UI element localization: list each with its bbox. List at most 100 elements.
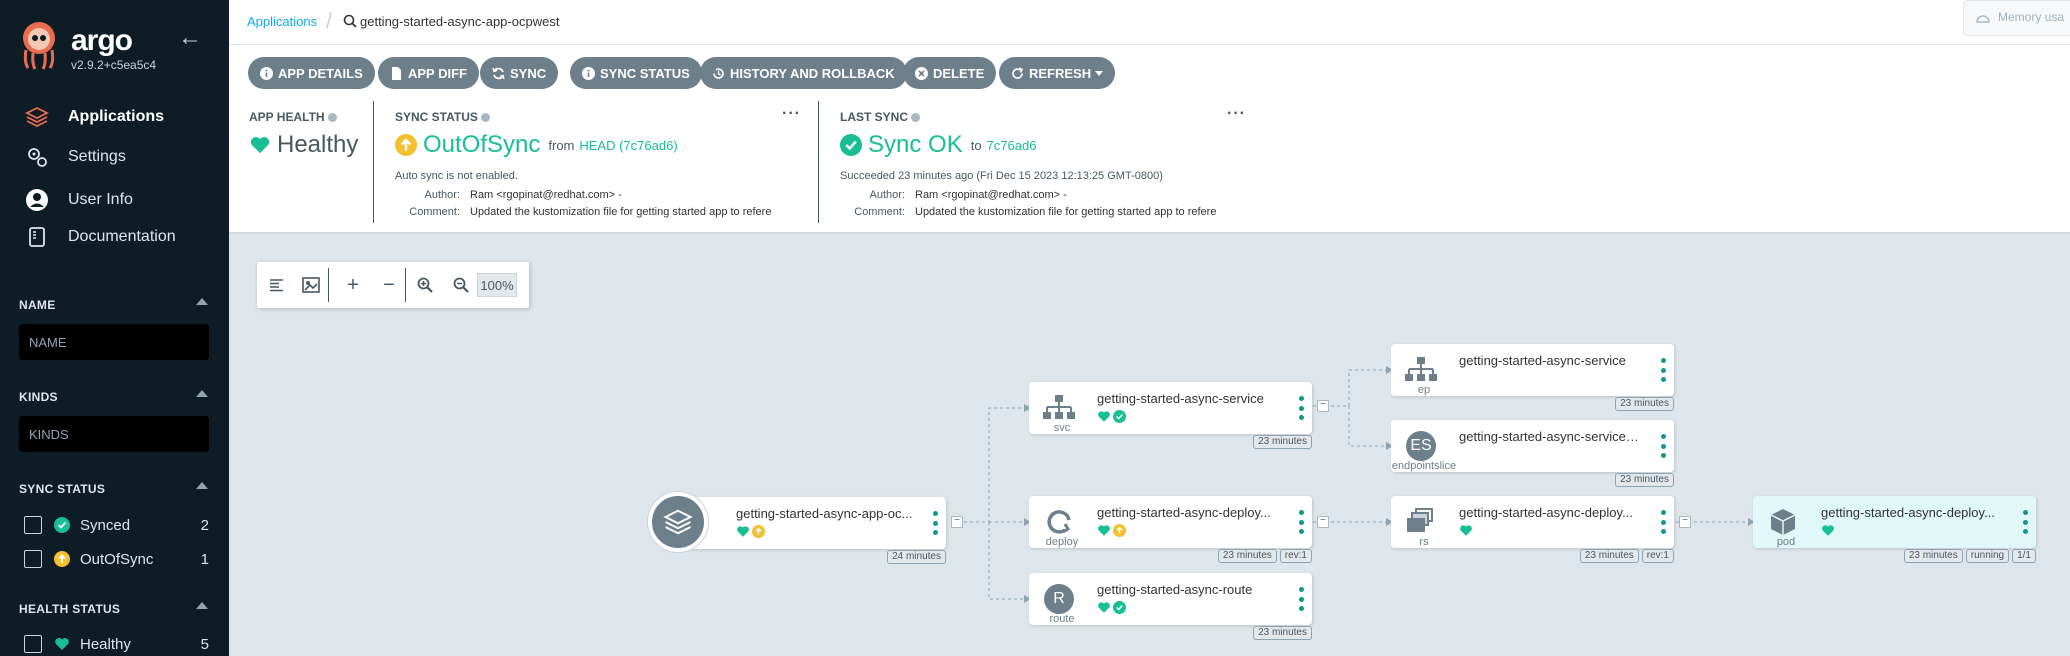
breadcrumb-separator: / bbox=[326, 8, 333, 33]
breadcrumb-applications-link[interactable]: Applications bbox=[247, 14, 317, 29]
collapse-caret-icon[interactable] bbox=[196, 482, 208, 489]
nav-applications[interactable]: Applications bbox=[0, 98, 229, 136]
health-filter-healthy[interactable]: Healthy 5 bbox=[24, 632, 209, 656]
network-view-icon[interactable] bbox=[297, 270, 325, 300]
collapse-toggle-icon[interactable]: − bbox=[951, 516, 963, 528]
search-icon[interactable] bbox=[343, 14, 357, 28]
separator bbox=[328, 268, 329, 302]
node-kind: endpointslice bbox=[1391, 460, 1457, 472]
application-icon bbox=[648, 492, 708, 552]
memory-usage-widget[interactable]: Memory usa bbox=[1963, 0, 2070, 36]
route-letter: R bbox=[1044, 584, 1074, 614]
delete-button[interactable]: DELETE bbox=[903, 57, 997, 89]
collapse-toggle-icon[interactable]: − bbox=[1317, 516, 1329, 528]
node-name: getting-started-async-service bbox=[1459, 353, 1626, 368]
service-icon bbox=[1039, 390, 1079, 426]
node-name: getting-started-async-route bbox=[1097, 582, 1253, 597]
refresh-button[interactable]: REFRESH bbox=[999, 57, 1116, 89]
help-icon[interactable] bbox=[911, 113, 921, 123]
author-key: Author: bbox=[869, 189, 905, 201]
button-label: DELETE bbox=[933, 65, 985, 81]
sync-filter-synced[interactable]: Synced 2 bbox=[24, 513, 209, 537]
node-menu-icon[interactable] bbox=[1298, 396, 1304, 420]
tree-view-icon[interactable] bbox=[263, 270, 291, 300]
checkbox[interactable] bbox=[24, 550, 42, 568]
kinds-filter-input[interactable]: KINDS bbox=[19, 416, 209, 452]
help-icon[interactable] bbox=[327, 113, 337, 123]
collapse-toggle-icon[interactable]: − bbox=[1317, 400, 1329, 412]
last-sync-time: Succeeded 23 minutes ago (Fri Dec 15 202… bbox=[840, 170, 1163, 182]
collapse-toggle-icon[interactable]: − bbox=[1679, 516, 1691, 528]
svc-node[interactable]: svc getting-started-async-service 23 min… bbox=[1029, 382, 1312, 449]
node-menu-icon[interactable] bbox=[1298, 510, 1304, 534]
node-menu-icon[interactable] bbox=[1660, 510, 1666, 534]
last-comment-value: Updated the kustomization file for getti… bbox=[915, 206, 1217, 218]
divider bbox=[373, 101, 374, 223]
sync-status-button[interactable]: SYNC STATUS bbox=[570, 57, 702, 89]
argo-logo-icon[interactable] bbox=[18, 20, 60, 70]
heart-icon bbox=[1098, 411, 1110, 422]
nav-documentation[interactable]: Documentation bbox=[0, 218, 229, 256]
collapse-caret-icon[interactable] bbox=[196, 298, 208, 305]
node-tags: 24 minutes bbox=[887, 550, 946, 564]
history-and-rollback-button[interactable]: HISTORY AND ROLLBACK bbox=[700, 57, 907, 89]
nav-settings[interactable]: Settings bbox=[0, 138, 229, 176]
route-icon: R bbox=[1039, 581, 1079, 617]
filter-count: 2 bbox=[200, 516, 209, 534]
sidebar: argo v2.9.2+c5ea5c4 ← Applications Setti… bbox=[0, 0, 229, 656]
node-menu-icon[interactable] bbox=[1660, 358, 1666, 382]
collapse-caret-icon[interactable] bbox=[196, 602, 208, 609]
help-icon[interactable] bbox=[480, 113, 490, 123]
node-tags: 23 minutes bbox=[1253, 626, 1312, 640]
breadcrumb-current-app[interactable]: getting-started-async-app-ocpwest bbox=[360, 14, 559, 29]
filter-sync-title: SYNC STATUS bbox=[19, 482, 106, 496]
endpointslice-node[interactable]: ES endpointslice getting-started-async-s… bbox=[1391, 420, 1674, 487]
node-menu-icon[interactable] bbox=[932, 511, 938, 535]
last-sync-revision-link[interactable]: 7c76ad6 bbox=[987, 138, 1037, 153]
sync-button[interactable]: SYNC bbox=[480, 57, 559, 89]
node-menu-icon[interactable] bbox=[1660, 434, 1666, 458]
button-label: APP DETAILS bbox=[278, 65, 363, 81]
last-sync-value[interactable]: Sync OK to 7c76ad6 bbox=[840, 131, 1036, 159]
collapse-sidebar-arrow-icon[interactable]: ← bbox=[178, 24, 202, 52]
more-options-icon[interactable]: ··· bbox=[1227, 105, 1246, 123]
zoom-out-icon[interactable] bbox=[447, 270, 475, 300]
ep-node[interactable]: ep getting-started-async-service 23 minu… bbox=[1391, 344, 1674, 411]
ready-tag: 1/1 bbox=[2012, 549, 2036, 563]
zoom-in-icon[interactable] bbox=[411, 270, 439, 300]
resource-tree-graph: + − 100% getting-started-async-app-oc...… bbox=[229, 234, 2070, 656]
arrow-circle-up-icon bbox=[752, 525, 765, 538]
expand-all-icon[interactable]: + bbox=[339, 270, 367, 300]
age-tag: 23 minutes bbox=[1615, 473, 1674, 487]
nav-user-info[interactable]: User Info bbox=[0, 181, 229, 219]
app-health-value[interactable]: Healthy bbox=[249, 131, 358, 159]
node-status bbox=[1821, 524, 1835, 537]
pod-node[interactable]: pod getting-started-async-deploy... 23 m… bbox=[1753, 496, 2036, 563]
heart-icon bbox=[1098, 602, 1110, 613]
collapse-all-icon[interactable]: − bbox=[375, 270, 403, 300]
more-options-icon[interactable]: ··· bbox=[782, 105, 801, 123]
collapse-caret-icon[interactable] bbox=[196, 390, 208, 397]
sync-filter-outofsync[interactable]: OutOfSync 1 bbox=[24, 547, 209, 571]
sync-revision-link[interactable]: HEAD (7c76ad6) bbox=[579, 138, 677, 153]
route-node[interactable]: R route getting-started-async-route 23 m… bbox=[1029, 573, 1312, 640]
state-tag: running bbox=[1965, 549, 2010, 563]
separator bbox=[405, 268, 406, 302]
sync-status-value[interactable]: OutOfSync from HEAD (7c76ad6) bbox=[395, 131, 678, 159]
app-details-button[interactable]: APP DETAILS bbox=[248, 57, 375, 89]
app-diff-button[interactable]: APP DIFF bbox=[378, 57, 479, 89]
node-menu-icon[interactable] bbox=[2022, 510, 2028, 534]
node-tags: 23 minutes bbox=[1253, 435, 1312, 449]
checkbox[interactable] bbox=[24, 635, 42, 653]
zoom-level-display: 100% bbox=[477, 273, 517, 297]
nav-label: User Info bbox=[68, 191, 133, 208]
checkbox[interactable] bbox=[24, 516, 42, 534]
node-status bbox=[1097, 524, 1126, 537]
button-label: APP DIFF bbox=[408, 65, 467, 81]
rs-node[interactable]: rs getting-started-async-deploy... 23 mi… bbox=[1391, 496, 1674, 563]
filter-label: Healthy bbox=[80, 635, 131, 653]
name-filter-input[interactable]: NAME bbox=[19, 324, 209, 360]
filter-count: 1 bbox=[200, 550, 209, 568]
deploy-node[interactable]: deploy getting-started-async-deploy... 2… bbox=[1029, 496, 1312, 563]
node-menu-icon[interactable] bbox=[1298, 587, 1304, 611]
